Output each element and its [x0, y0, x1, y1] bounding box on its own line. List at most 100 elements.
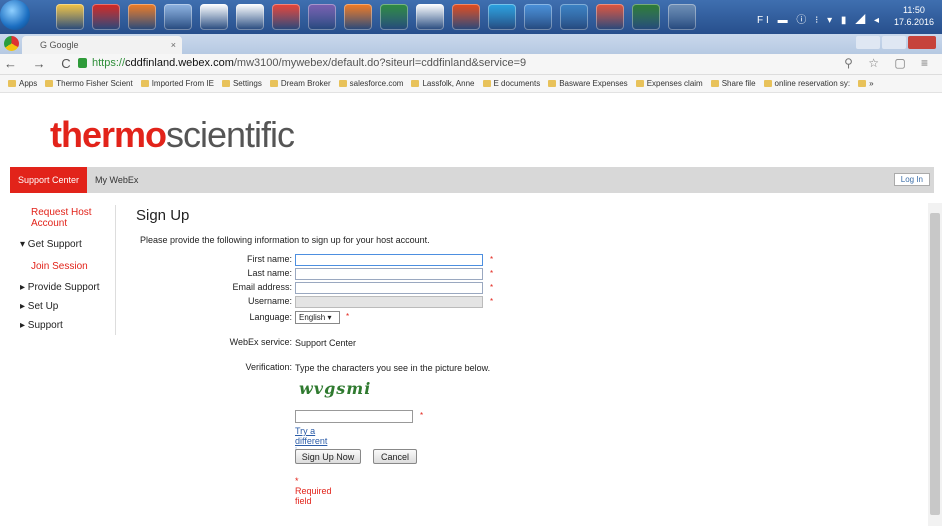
bookmark-label: E documents [493, 79, 541, 88]
taskbar-app-icon[interactable] [524, 4, 552, 30]
minimize-button[interactable] [856, 36, 880, 49]
bookmark-item[interactable]: Share file [710, 75, 756, 92]
maximize-button[interactable] [882, 36, 906, 49]
browser-tab[interactable]: G Google × [22, 36, 182, 54]
intro-text: Please provide the following information… [140, 235, 430, 245]
email-field[interactable] [295, 282, 483, 294]
tab-support-center[interactable]: Support Center [10, 167, 87, 193]
bookmark-item[interactable]: Lassfolk, Anne [411, 75, 475, 92]
taskbar-app-icon[interactable] [308, 4, 336, 30]
webex-service-label: WebEx service: [229, 337, 292, 347]
bookmark-item[interactable]: salesforce.com [338, 75, 403, 92]
bookmark-item[interactable]: Basware Expenses [548, 75, 628, 92]
tab-close-icon[interactable]: × [171, 36, 176, 54]
bookmark-item[interactable]: E documents [482, 75, 541, 92]
captcha-input[interactable] [295, 410, 413, 423]
taskbar-app-icon[interactable] [272, 4, 300, 30]
browser-toolbar: ← → C https://cddfinland.webex.com/mw310… [0, 54, 942, 75]
taskbar-app-icon[interactable] [92, 4, 120, 30]
bookmark-label: » [869, 79, 874, 88]
sidebar-item-join-session[interactable]: Join Session [31, 261, 88, 272]
page-scrollbar[interactable] [928, 203, 942, 526]
taskbar-app-icon[interactable] [128, 4, 156, 30]
bookmark-icon [548, 80, 557, 87]
bookmark-item[interactable]: Dream Broker [269, 75, 331, 92]
taskbar-app-icon[interactable] [668, 4, 696, 30]
system-clock[interactable]: 11:50 17.6.2016 [894, 4, 934, 28]
windows-taskbar: FI ▬ ⓘ ⁝ ▾ ▮ ◢ ◂ 11:50 17.6.2016 [0, 0, 942, 34]
windows-start-button[interactable] [0, 0, 30, 30]
sidebar-item-support[interactable]: ▸ Support [20, 320, 63, 331]
bookmark-label: Imported From IE [151, 79, 214, 88]
sidebar-item-provide-support[interactable]: ▸ Provide Support [20, 282, 100, 293]
bookmark-item[interactable]: Imported From IE [140, 75, 214, 92]
scrollbar-thumb[interactable] [930, 213, 940, 515]
first-name-label: First name: [246, 254, 292, 264]
chrome-icon [4, 36, 19, 51]
username-field [295, 296, 483, 308]
bookmark-icon [411, 80, 420, 87]
taskbar-app-icon[interactable] [56, 4, 84, 30]
taskbar-app-icon[interactable] [416, 4, 444, 30]
last-name-field[interactable] [295, 268, 483, 280]
required-star: * [490, 297, 494, 306]
bookmark-item[interactable]: Apps [8, 75, 37, 92]
sidebar-item-set-up[interactable]: ▸ Set Up [20, 301, 58, 312]
verification-text: Type the characters you see in the pictu… [295, 363, 491, 373]
bookmark-label: Basware Expenses [559, 79, 628, 88]
bookmark-item[interactable]: online reservation sy: [763, 75, 851, 92]
logo-thermo: thermo [50, 114, 167, 155]
bookmark-label: Lassfolk, Anne [422, 79, 475, 88]
taskbar-app-icon[interactable] [596, 4, 624, 30]
address-bar[interactable]: https://cddfinland.webex.com/mw3100/mywe… [92, 57, 526, 69]
verification-label: Verification: [245, 362, 292, 372]
logo-scientific: scientific [166, 114, 295, 155]
bookmark-item[interactable]: Settings [221, 75, 262, 92]
system-tray-icons[interactable]: FI ▬ ⓘ ⁝ ▾ ▮ ◢ ◂ [757, 11, 882, 26]
captcha-image: wvgsmi [299, 379, 372, 398]
taskbar-app-icon[interactable] [344, 4, 372, 30]
required-star: * [490, 283, 494, 292]
taskbar-app-icon[interactable] [560, 4, 588, 30]
bookmark-icon [763, 80, 772, 87]
taskbar-app-icon[interactable] [236, 4, 264, 30]
sidebar-item-request-host-account[interactable]: Request Host Account [31, 207, 92, 229]
bookmark-item[interactable]: Thermo Fisher Scient [45, 75, 133, 92]
bookmark-icon [635, 80, 644, 87]
bookmark-label: online reservation sy: [774, 79, 851, 88]
sign-up-button[interactable]: Sign Up Now [295, 449, 361, 464]
bookmark-label: Expenses claim [646, 79, 703, 88]
bookmark-label: Dream Broker [280, 79, 331, 88]
taskbar-app-icon[interactable] [452, 4, 480, 30]
page-title: Sign Up [136, 207, 190, 224]
tab-my-webex[interactable]: My WebEx [95, 167, 138, 193]
bookmark-icon [221, 80, 230, 87]
bookmark-label: Apps [19, 79, 38, 88]
url-scheme: https:// [92, 57, 126, 69]
taskbar-app-icon[interactable] [488, 4, 516, 30]
taskbar-app-icon[interactable] [380, 4, 408, 30]
bookmark-icon [140, 80, 149, 87]
sidebar-item-get-support[interactable]: ▾ Get Support [20, 239, 82, 250]
language-select[interactable]: English ▾ [295, 311, 340, 324]
webex-service-value: Support Center [295, 338, 357, 348]
bookmark-icon [338, 80, 347, 87]
language-label: Language: [249, 312, 292, 322]
bookmark-item[interactable]: » [858, 75, 874, 92]
request-host-line2: Account [31, 218, 68, 229]
cancel-button[interactable]: Cancel [373, 449, 417, 464]
first-name-field[interactable] [295, 254, 483, 266]
url-path: /mw3100/mywebex/default.do?siteurl=cddfi… [233, 57, 527, 69]
close-window-button[interactable] [908, 36, 936, 49]
lock-icon [78, 58, 87, 68]
taskbar-app-icon[interactable] [200, 4, 228, 30]
browser-menu-icons[interactable]: ⚲ ☆ ▢ ≡ [844, 56, 934, 70]
login-button[interactable]: Log In [893, 173, 930, 186]
bookmark-item[interactable]: Expenses claim [635, 75, 703, 92]
taskbar-app-icon[interactable] [632, 4, 660, 30]
required-star: * [420, 411, 424, 420]
navigation-buttons[interactable]: ← → C [4, 56, 77, 71]
window-controls [854, 36, 936, 50]
taskbar-app-icon[interactable] [164, 4, 192, 30]
bookmark-icon [45, 80, 54, 87]
